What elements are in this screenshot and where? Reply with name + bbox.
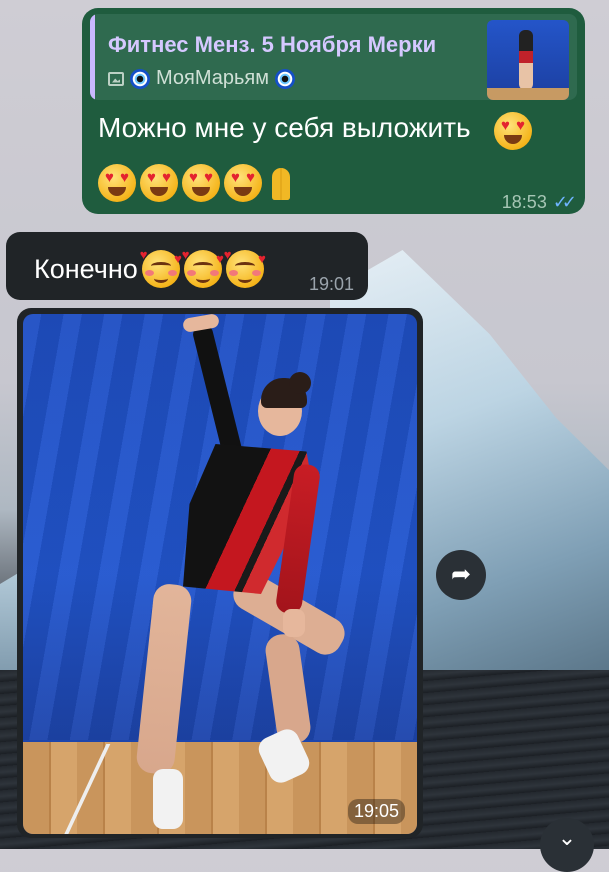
incoming-message-text: Конечно ♥ ♥ ♥ ♥ ♥ ♥ [34,248,266,288]
outgoing-message-text: Можно мне у себя выложить [98,112,471,144]
forward-button[interactable]: ➦ [436,550,486,600]
heart-eyes-emoji-icon [182,164,220,202]
incoming-photo-message[interactable]: 19:05 [17,308,423,838]
smiling-face-with-hearts-emoji-icon: ♥ ♥ [140,248,182,288]
smiling-face-with-hearts-emoji-icon: ♥ ♥ [224,248,266,288]
chevron-double-down-icon: ⌄ [557,825,577,850]
heart-eyes-emoji-icon [494,112,532,150]
reply-subtitle: МояМарьям [108,67,295,90]
photo[interactable]: 19:05 [23,314,417,834]
forward-icon: ➦ [450,561,472,588]
smiling-face-with-hearts-emoji-icon: ♥ ♥ [182,248,224,288]
outgoing-message[interactable]: Фитнес Менз. 5 Ноября Мерки МояМарьям Мо… [82,8,585,214]
scroll-down-button[interactable]: ⌄ [540,818,594,872]
heart-eyes-emoji-icon [140,164,178,202]
reply-title: Фитнес Менз. 5 Ноября Мерки [108,32,437,57]
nazar-amulet-icon [130,68,150,89]
photo-time: 19:05 [347,799,405,824]
incoming-message[interactable]: Конечно ♥ ♥ ♥ ♥ ♥ ♥ 19:01 [6,232,368,300]
heart-eyes-emoji-icon [98,164,136,202]
reply-author: МояМарьям [156,67,269,89]
message-text: Конечно [34,253,138,284]
message-meta: 18:53 ✓✓ [501,192,577,213]
heart-eyes-emoji-icon [224,164,262,202]
reply-preview[interactable]: Фитнес Менз. 5 Ноября Мерки МояМарьям [90,14,577,100]
reply-accent-bar [90,14,95,100]
reply-thumbnail [487,20,569,100]
message-text: Можно мне у себя выложить [98,112,471,143]
message-time: 19:01 [308,274,354,294]
nazar-amulet-icon [274,68,295,89]
message-time: 18:53 [501,192,547,212]
image-icon [108,71,124,86]
folded-hands-emoji-icon [266,164,296,202]
double-check-read-icon: ✓✓ [552,192,577,212]
outgoing-emoji-row [98,164,296,202]
